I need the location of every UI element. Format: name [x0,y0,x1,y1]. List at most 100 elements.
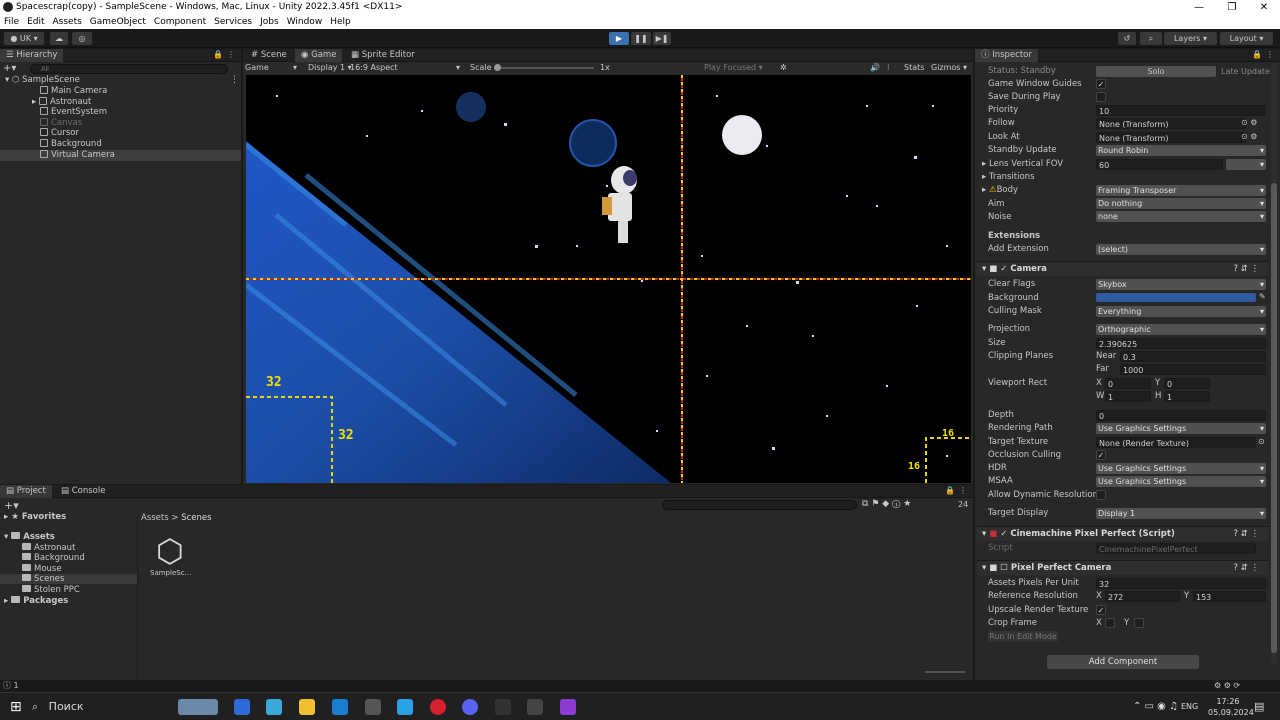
far-field[interactable]: 1000 [1120,364,1266,375]
add-button[interactable]: +▾ [3,64,17,74]
cloud-icon[interactable]: ☁ [50,32,68,45]
transitions-foldout[interactable]: ▸ Transitions [982,171,1035,184]
assets-item[interactable]: ▾ Assets [4,532,55,542]
tab-scene[interactable]: # Scene [245,49,293,62]
body-foldout[interactable]: ▸ ⚠Body [982,184,1018,197]
menu-file[interactable]: File [0,15,23,29]
close-button[interactable]: ✕ [1244,0,1280,15]
eyedropper-icon[interactable]: ✎ [1259,292,1266,301]
add-component-button[interactable]: Add Component [1047,655,1199,669]
look-at-field[interactable]: None (Transform) [1096,132,1246,143]
menu-component[interactable]: Component [150,15,210,29]
inspector-scrollbar[interactable] [1271,63,1277,663]
collab-icon[interactable]: ◎ [72,32,92,45]
object-picker-icon[interactable]: ⊙ [1258,437,1265,446]
hierarchy-item[interactable]: Background [40,139,102,150]
tab-game[interactable]: ◉ Game [295,49,342,62]
layers-dropdown[interactable]: Layers ▾ [1164,32,1217,45]
noise-dropdown[interactable]: none [1096,211,1266,222]
add-asset-button[interactable]: +▾ [4,499,19,512]
scene-asset[interactable]: ⬡ SampleSc... [150,533,190,577]
tray-icons[interactable]: ⌃ ▭ ◉ ♫ [1133,701,1178,712]
scale-slider[interactable] [494,67,594,69]
vscode-icon[interactable] [332,699,348,715]
gizmos-dropdown[interactable]: Gizmos ▾ [931,62,967,74]
file-explorer-icon[interactable] [299,699,315,715]
solo-button[interactable]: Solo [1096,66,1216,77]
more-icon[interactable]: ⋮ [959,486,967,495]
packages-item[interactable]: ▸ Packages [4,596,68,606]
more-icon[interactable]: ⋮ [1266,50,1274,59]
unity-icon[interactable] [527,699,543,715]
game-mode-dropdown[interactable]: Game ▾ [245,62,301,74]
lens-preset-dropdown[interactable] [1226,159,1266,170]
more-icon[interactable]: ⋮ [227,50,235,59]
standby-update-dropdown[interactable]: Round Robin [1096,145,1266,156]
notifications-icon[interactable]: ▤ [1254,700,1264,713]
lens-fov-label[interactable]: ▸ Lens Vertical FOV [982,158,1063,171]
menu-assets[interactable]: Assets [49,15,86,29]
folder-item[interactable]: Astronaut [22,543,75,553]
telegram-icon[interactable] [397,699,413,715]
save-during-play-checkbox[interactable] [1096,92,1106,102]
pause-button[interactable]: ❚❚ [631,32,651,45]
add-extension-dropdown[interactable]: (select) [1096,244,1266,255]
opera-icon[interactable] [430,699,446,715]
language-indicator[interactable]: ENG [1181,702,1198,711]
aim-dropdown[interactable]: Do nothing [1096,198,1266,209]
visual-studio-icon[interactable] [560,699,576,715]
audio-icon[interactable]: 🔊 [870,62,880,74]
discord-icon[interactable] [462,699,478,715]
favorites-item[interactable]: ▸ ★ Favorites [4,512,66,522]
app-icon[interactable] [234,699,250,715]
upscale-rt-checkbox[interactable]: ✓ [1096,605,1106,615]
taskbar-search[interactable]: ⌕ Поиск [32,697,172,717]
menu-gameobject[interactable]: GameObject [86,15,150,29]
size-field[interactable]: 2.390625 [1096,338,1266,349]
viewport-h-field[interactable]: 1 [1164,391,1210,402]
project-search-input[interactable] [662,500,857,510]
windows-start-icon[interactable]: ⊞ [10,699,22,715]
projection-dropdown[interactable]: Orthographic [1096,324,1266,335]
step-button[interactable]: ▶❚ [653,32,671,45]
folder-item-selected[interactable]: Scenes [0,574,137,584]
near-field[interactable]: 0.3 [1120,351,1266,362]
component-menu-icons[interactable]: ? ⇵ ⋮ [1233,527,1259,542]
aspect-dropdown[interactable]: 16:9 Aspect▾ [350,62,465,74]
occlusion-culling-checkbox[interactable]: ✓ [1096,450,1106,460]
enabled-check-icon[interactable]: ✓ [1000,264,1007,274]
folder-item[interactable]: Background [22,553,85,563]
menu-services[interactable]: Services [210,15,256,29]
folder-item[interactable]: Stolen PPC [22,585,80,595]
folder-item[interactable]: Mouse [22,564,62,574]
app-icon[interactable] [365,699,381,715]
play-button[interactable]: ▶ [609,32,629,45]
object-picker-icon[interactable]: ⊙ ⚙ [1241,132,1257,141]
menu-help[interactable]: Help [326,15,355,29]
lock-icon[interactable]: 🔒 [213,50,223,59]
hierarchy-item[interactable]: Canvas [40,118,82,129]
search-icon[interactable]: ⌕ [1140,32,1162,45]
lock-icon[interactable]: 🔒 [945,486,955,495]
ref-x-field[interactable]: 272 [1105,591,1180,602]
crop-y-checkbox[interactable] [1134,618,1144,628]
viewport-y-field[interactable]: 0 [1164,378,1210,389]
ref-y-field[interactable]: 153 [1193,591,1266,602]
pixel-perfect-camera-header[interactable]: ▾ ■ ☐ Pixel Perfect Camera ? ⇵ ⋮ [977,560,1269,575]
tab-console[interactable]: ▤ Console [55,485,111,498]
stats-button[interactable]: Stats [904,62,924,74]
run-in-edit-mode-button[interactable]: Run In Edit Mode [988,631,1058,642]
lock-icon[interactable]: 🔒 [1252,50,1262,59]
component-menu-icons[interactable]: ? ⇵ ⋮ [1233,262,1259,277]
breadcrumb-scenes[interactable]: Scenes [181,513,211,523]
weather-widget-icon[interactable] [178,699,218,715]
target-display-dropdown[interactable]: Display 1 [1096,508,1266,519]
follow-field[interactable]: None (Transform) [1096,118,1246,129]
display-dropdown[interactable]: Display 1 ▾ [308,62,352,74]
hierarchy-search-input[interactable] [30,64,228,74]
tab-sprite-editor[interactable]: ▦ Sprite Editor [345,49,421,62]
menu-edit[interactable]: Edit [23,15,48,29]
settings-icon[interactable]: ✲ [780,62,787,74]
crop-x-checkbox[interactable] [1105,618,1115,628]
msaa-dropdown[interactable]: Use Graphics Settings [1096,476,1266,487]
